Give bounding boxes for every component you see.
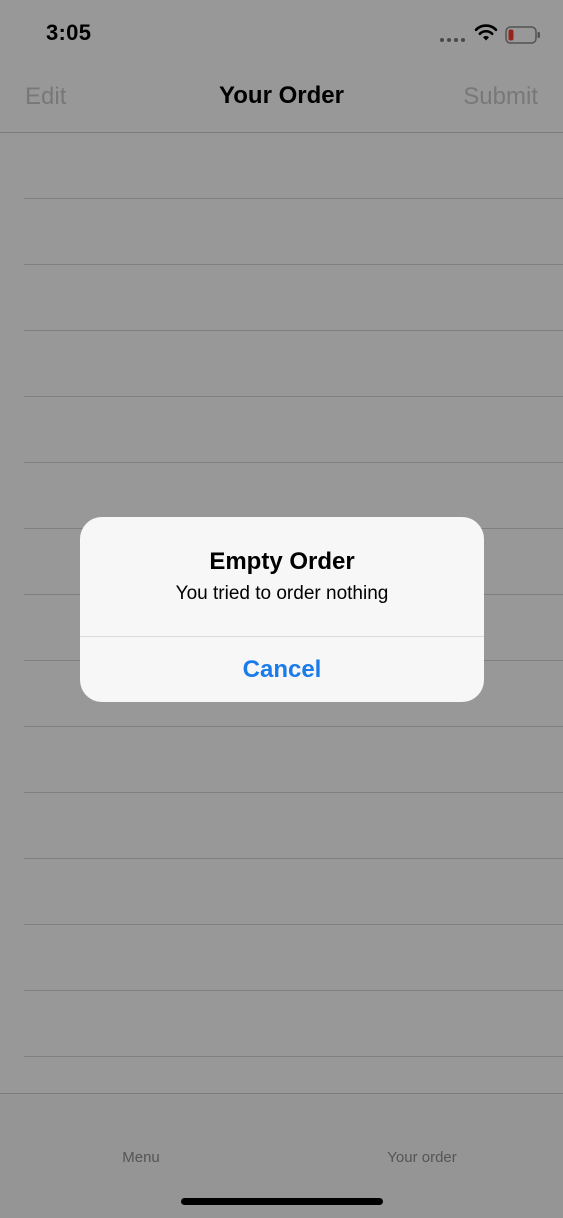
cancel-button[interactable]: Cancel <box>80 637 484 702</box>
alert-message: You tried to order nothing <box>175 583 389 604</box>
app-screen: 3:05 Edit Your Order Submit Menu Your or… <box>0 0 563 1218</box>
alert-title: Empty Order <box>209 548 355 575</box>
empty-order-alert: Empty Order You tried to order nothing C… <box>80 517 484 702</box>
